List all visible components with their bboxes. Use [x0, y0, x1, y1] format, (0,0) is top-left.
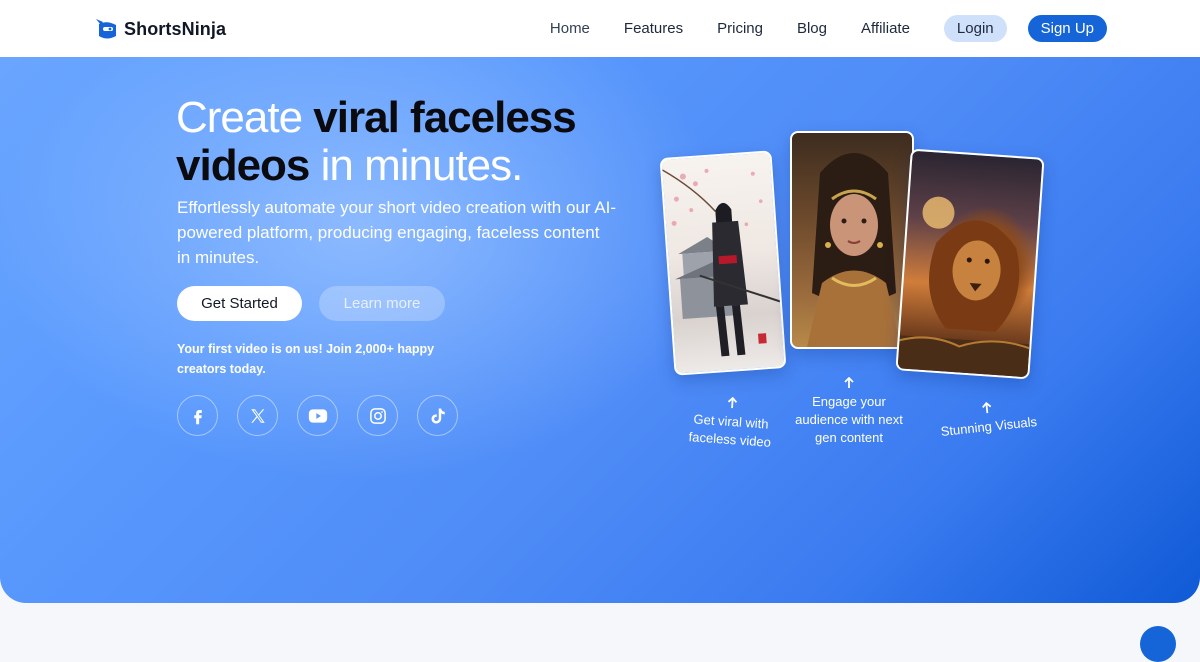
- arrow-up-icon: [982, 401, 992, 414]
- lion-illustration: [897, 196, 1034, 380]
- arrow-up-icon: [844, 377, 854, 388]
- instagram-icon: [369, 407, 386, 424]
- samurai-illustration: [661, 168, 783, 357]
- get-started-button[interactable]: Get Started: [177, 286, 302, 321]
- facebook-icon: [193, 409, 202, 424]
- youtube-link[interactable]: [297, 395, 338, 436]
- top-navbar: ShortsNinja Home Features Pricing Blog A…: [0, 0, 1200, 57]
- caption-faceless-video: Get viral with faceless video: [674, 393, 787, 453]
- x-link[interactable]: [237, 395, 278, 436]
- caption-text-2: Engage your audience with next gen conte…: [795, 394, 903, 445]
- youtube-icon: [308, 408, 327, 423]
- signup-button[interactable]: Sign Up: [1027, 15, 1107, 42]
- caption-text-1: Get viral with faceless video: [688, 411, 772, 450]
- learn-more-button[interactable]: Learn more: [319, 286, 445, 321]
- login-button[interactable]: Login: [943, 15, 1007, 42]
- nav-link-home[interactable]: Home: [550, 15, 590, 42]
- brand-name: ShortsNinja: [124, 18, 227, 39]
- portrait-video-card[interactable]: [790, 131, 914, 349]
- samurai-video-card[interactable]: [659, 150, 787, 376]
- tiktok-icon: [431, 408, 445, 423]
- caption-stunning-visuals: Stunning Visuals: [932, 396, 1045, 441]
- hero-subtext: Effortlessly automate your short video c…: [177, 198, 617, 267]
- hero-headline: Create viral faceless videos in minutes.: [176, 94, 646, 190]
- nav-links: Home Features Pricing Blog Affiliate Log…: [550, 15, 1107, 42]
- headline-part1: Create: [176, 93, 314, 142]
- brand-logo[interactable]: ShortsNinja: [94, 16, 226, 42]
- portrait-illustration: [806, 153, 902, 347]
- nav-link-pricing[interactable]: Pricing: [717, 15, 763, 42]
- caption-text-3: Stunning Visuals: [939, 413, 1038, 439]
- caption-engage-audience: Engage your audience with next gen conte…: [789, 377, 909, 447]
- instagram-link[interactable]: [357, 395, 398, 436]
- tiktok-link[interactable]: [417, 395, 458, 436]
- headline-part3: in minutes.: [309, 141, 524, 190]
- nav-link-features[interactable]: Features: [624, 15, 683, 42]
- chat-widget-button[interactable]: [1140, 626, 1176, 662]
- x-icon: [250, 408, 265, 423]
- hero-section: Create viral faceless videos in minutes.…: [0, 57, 1200, 603]
- lion-video-card[interactable]: [895, 148, 1045, 380]
- facebook-link[interactable]: [177, 395, 218, 436]
- nav-link-blog[interactable]: Blog: [797, 15, 827, 42]
- social-links: [177, 395, 458, 436]
- ninja-logo-icon: [96, 19, 116, 39]
- arrow-up-icon: [727, 396, 738, 409]
- promo-text: Your first video is on us! Join 2,000+ h…: [177, 342, 435, 376]
- nav-link-affiliate[interactable]: Affiliate: [861, 15, 910, 42]
